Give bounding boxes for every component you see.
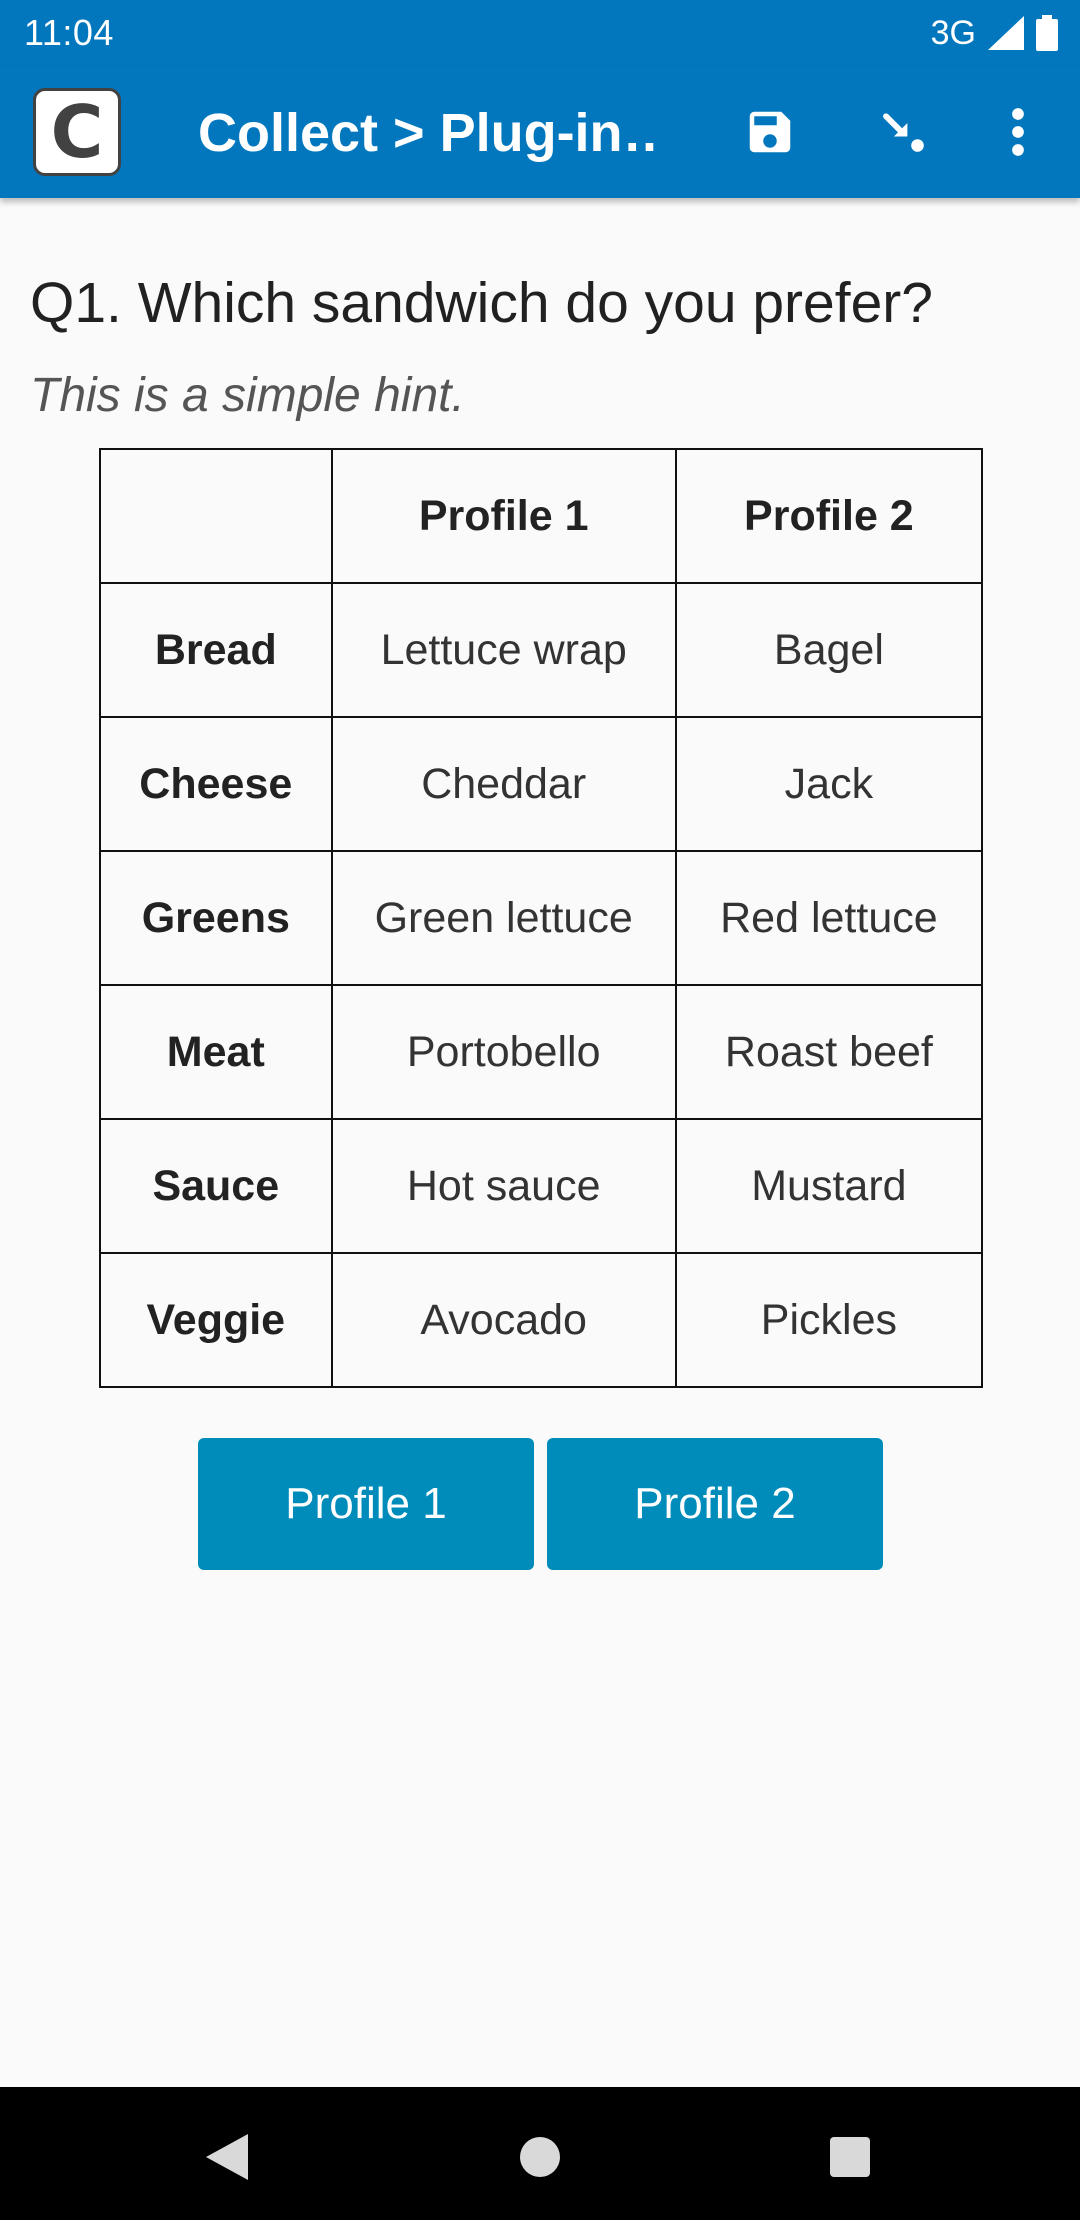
row-profile-1-value: Lettuce wrap — [330, 582, 677, 718]
row-attribute: Meat — [99, 984, 333, 1120]
home-button[interactable] — [500, 2117, 580, 2197]
row-profile-1-value: Green lettuce — [330, 850, 677, 986]
table-row: Bread Lettuce wrap Bagel — [99, 582, 984, 718]
back-button[interactable] — [187, 2117, 267, 2197]
more-vert-icon — [1012, 108, 1024, 156]
save-button[interactable] — [738, 100, 802, 164]
status-icons: 3G — [931, 14, 1058, 53]
table-row: Veggie Avocado Pickles — [99, 1252, 984, 1388]
app-logo-icon: C — [33, 88, 121, 176]
row-profile-2-value: Roast beef — [674, 984, 984, 1120]
row-profile-2-value: Pickles — [674, 1252, 984, 1388]
row-attribute: Sauce — [99, 1118, 333, 1254]
row-profile-2-value: Bagel — [674, 582, 984, 718]
row-profile-1-value: Portobello — [330, 984, 677, 1120]
profiles-table: Profile 1 Profile 2 Bread Lettuce wrap B… — [99, 448, 984, 1388]
row-profile-2-value: Mustard — [674, 1118, 984, 1254]
go-to-button[interactable] — [872, 100, 936, 164]
row-attribute: Veggie — [99, 1252, 333, 1388]
overflow-menu-button[interactable] — [986, 100, 1050, 164]
row-attribute: Cheese — [99, 716, 333, 852]
page-title: Collect > Plug-in… — [198, 103, 658, 163]
table-header-row: Profile 1 Profile 2 — [99, 448, 984, 584]
row-attribute: Greens — [99, 850, 333, 986]
table-header-empty — [99, 448, 333, 584]
profile-1-button[interactable]: Profile 1 — [198, 1438, 534, 1570]
status-bar: 11:04 3G — [0, 0, 1080, 66]
table-header-profile-1: Profile 1 — [330, 448, 677, 584]
status-time: 11:04 — [24, 12, 114, 53]
row-profile-1-value: Cheddar — [330, 716, 677, 852]
table-row: Cheese Cheddar Jack — [99, 716, 984, 852]
app-bar: C Collect > Plug-in… — [0, 66, 1080, 198]
system-nav-bar — [0, 2087, 1080, 2220]
back-icon — [206, 2134, 248, 2180]
row-profile-2-value: Red lettuce — [674, 850, 984, 986]
save-icon — [749, 111, 791, 153]
network-type: 3G — [930, 13, 976, 52]
table-header-profile-2: Profile 2 — [674, 448, 984, 584]
table-row: Meat Portobello Roast beef — [99, 984, 984, 1120]
signal-icon — [988, 16, 1024, 50]
battery-icon — [1036, 15, 1058, 51]
go-to-icon — [883, 113, 924, 152]
table-row: Greens Green lettuce Red lettuce — [99, 850, 984, 986]
row-profile-1-value: Avocado — [330, 1252, 677, 1388]
question-label: Q1. Which sandwich do you prefer? — [30, 271, 933, 335]
row-profile-1-value: Hot sauce — [330, 1118, 677, 1254]
row-profile-2-value: Jack — [674, 716, 984, 852]
profile-2-button[interactable]: Profile 2 — [547, 1438, 883, 1570]
recents-button[interactable] — [810, 2117, 890, 2197]
question-hint: This is a simple hint. — [30, 369, 465, 422]
row-attribute: Bread — [99, 582, 333, 718]
table-row: Sauce Hot sauce Mustard — [99, 1118, 984, 1254]
recents-icon — [830, 2137, 870, 2177]
home-icon — [520, 2137, 560, 2177]
